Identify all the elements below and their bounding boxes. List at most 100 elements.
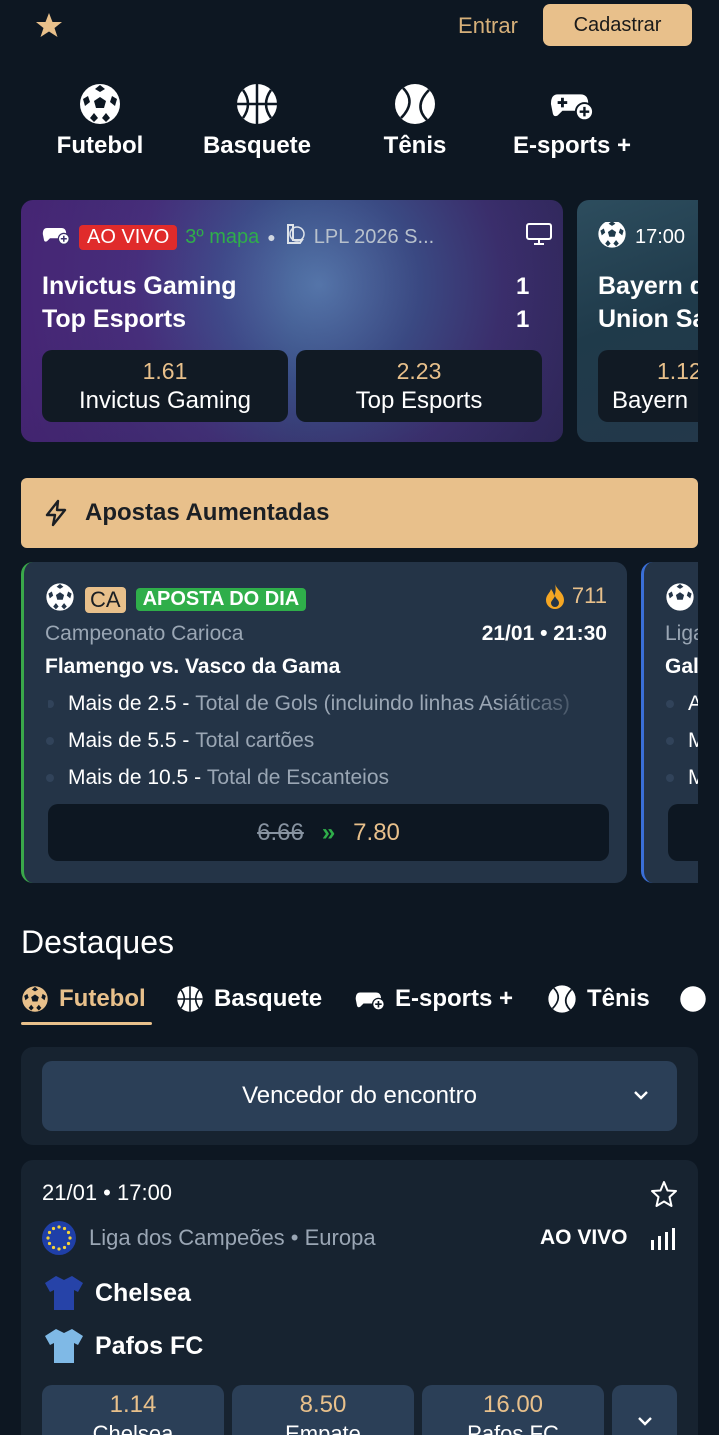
boosted-bet-card[interactable]: CA APOSTA DO DIA 711 Campeonato Carioca …: [21, 562, 627, 883]
selection-pick: M: [688, 766, 698, 790]
new-odds: 7.80: [353, 818, 400, 846]
basketball-icon: [235, 82, 279, 126]
selection-row: A: [666, 692, 698, 716]
sport-tabs: Futebol Basquete E-sports + Tênis: [21, 980, 719, 1028]
team-score: 1: [516, 306, 530, 333]
soccer-ball-icon: [22, 986, 48, 1012]
tennis-ball-icon: [548, 985, 576, 1013]
odds-button[interactable]: 1.14 Chelsea: [42, 1385, 224, 1435]
fire-icon: [545, 584, 564, 609]
odds-button[interactable]: 1.61 Invictus Gaming: [42, 350, 288, 422]
odds-button[interactable]: 8.50 Empate: [232, 1385, 414, 1435]
odds-button[interactable]: 2.23 Top Esports: [296, 350, 542, 422]
more-sport-icon: [680, 986, 706, 1012]
bullet-icon: [666, 737, 674, 745]
sport-nav-futebol[interactable]: Futebol: [25, 82, 175, 160]
tv-icon[interactable]: [525, 222, 553, 252]
lol-icon: [284, 223, 306, 251]
stats-bars-icon[interactable]: [650, 1228, 676, 1250]
sports-nav: Futebol Basquete Tênis E-sports +: [0, 82, 719, 162]
selection-row: M: [666, 766, 698, 790]
tennis-ball-icon: [393, 82, 437, 126]
sport-nav-label: E-sports +: [512, 132, 632, 159]
team-name: Pafos FC: [95, 1331, 204, 1360]
period-label: 3º mapa: [185, 225, 260, 248]
soccer-ball-icon: [45, 582, 75, 617]
selection-market: Total cartões: [195, 729, 315, 752]
event-time: 17:00: [635, 225, 686, 248]
selection-pick: Mais de 5.5 -: [68, 729, 190, 752]
chevron-down-icon: [634, 1091, 648, 1100]
team-name: Bayern d: [598, 272, 698, 300]
soccer-ball-icon: [597, 222, 627, 252]
tab-basquete[interactable]: Basquete: [176, 980, 322, 1018]
double-chevron-right-icon: »: [321, 818, 336, 846]
tab-label: Basquete: [214, 985, 323, 1012]
live-card-header: 17:00: [597, 222, 688, 252]
sport-nav-label: Tênis: [383, 132, 447, 159]
jersey-icon: [45, 1329, 83, 1363]
signup-button[interactable]: Cadastrar: [543, 4, 692, 46]
boosted-odds-button[interactable]: [668, 804, 698, 861]
boosted-bets-banner[interactable]: Apostas Aumentadas: [21, 478, 698, 548]
login-button[interactable]: Entrar: [452, 8, 524, 44]
boosted-bet-card[interactable]: Liga Gal A M M: [641, 562, 698, 883]
match-title: Flamengo vs. Vasco da Gama: [45, 655, 341, 678]
odds-value: 1.12: [657, 357, 698, 384]
star-icon: [36, 13, 62, 37]
popularity-counter: 711: [544, 582, 607, 610]
bullet-icon: [46, 737, 54, 745]
team-score: 1: [516, 273, 530, 300]
odds-label: Top Esports: [355, 386, 483, 414]
tab-label: Tênis: [587, 985, 650, 1012]
market-panel: Vencedor do encontro: [21, 1047, 698, 1145]
live-card-header: AO VIVO 3º mapa ● LPL 2026 S...: [41, 222, 553, 252]
odds-value: 8.50: [299, 1391, 347, 1418]
odds-label: Invictus Gaming: [78, 386, 252, 414]
separator-dot-icon: ●: [267, 229, 276, 245]
bullet-icon: [666, 700, 674, 708]
selection-pick: A: [688, 692, 698, 716]
sport-nav-tenis[interactable]: Tênis: [340, 82, 490, 160]
selection-pick: M: [688, 729, 698, 753]
live-status: AO VIVO: [540, 1226, 628, 1249]
old-odds: 6.66: [257, 818, 304, 846]
market-dropdown-value: Vencedor do encontro: [242, 1082, 477, 1109]
live-badge: AO VIVO: [79, 224, 178, 250]
gamepad-plus-icon: [355, 992, 385, 1011]
chevron-down-icon: [637, 1417, 652, 1426]
odds-button[interactable]: 16.00 Pafos FC: [422, 1385, 604, 1435]
live-event-card[interactable]: 17:00 Bayern d Union Sa 1.12 Bayern: [577, 200, 698, 442]
odds-value: 2.23: [396, 357, 442, 384]
event-datetime: 21/01 • 21:30: [481, 622, 607, 645]
team-name: Invictus Gaming: [42, 272, 237, 300]
league-name: Liga: [665, 622, 698, 645]
gamepad-plus-icon: [550, 82, 594, 126]
selection-row: Mais de 5.5 - Total cartões: [46, 729, 315, 753]
odds-label: Pafos FC: [467, 1421, 559, 1435]
more-markets-button[interactable]: [612, 1385, 677, 1435]
tab-tenis[interactable]: Tênis: [547, 980, 650, 1018]
sport-nav-esports[interactable]: E-sports +: [497, 82, 647, 160]
league-name: Liga dos Campeões • Europa: [89, 1225, 376, 1250]
team-name: Top Esports: [42, 305, 186, 333]
sport-nav-label: Basquete: [202, 132, 312, 159]
match-league: Liga dos Campeões • Europa: [41, 1220, 376, 1256]
jersey-icon: [45, 1276, 83, 1310]
market-dropdown[interactable]: Vencedor do encontro: [42, 1061, 677, 1131]
live-event-card[interactable]: AO VIVO 3º mapa ● LPL 2026 S... Invictus…: [21, 200, 563, 442]
fade-overlay: [494, 688, 604, 720]
tab-more[interactable]: [679, 980, 719, 1018]
match-card[interactable]: 21/01 • 17:00 Liga dos Campeões • Europa…: [21, 1160, 698, 1435]
popularity-count: 711: [571, 583, 607, 608]
odds-button[interactable]: 1.12 Bayern: [598, 350, 698, 422]
eu-flag-icon: [42, 1221, 76, 1255]
sport-nav-label: Futebol: [56, 132, 144, 159]
tab-futebol[interactable]: Futebol: [21, 980, 146, 1018]
bullet-icon: [48, 700, 54, 708]
boosted-odds-button[interactable]: 6.66 » 7.80: [48, 804, 609, 861]
tab-esports[interactable]: E-sports +: [355, 980, 513, 1018]
favorite-star-icon[interactable]: [650, 1180, 678, 1208]
selection-pick: Mais de 2.5 -: [68, 692, 190, 715]
sport-nav-basquete[interactable]: Basquete: [182, 82, 332, 160]
